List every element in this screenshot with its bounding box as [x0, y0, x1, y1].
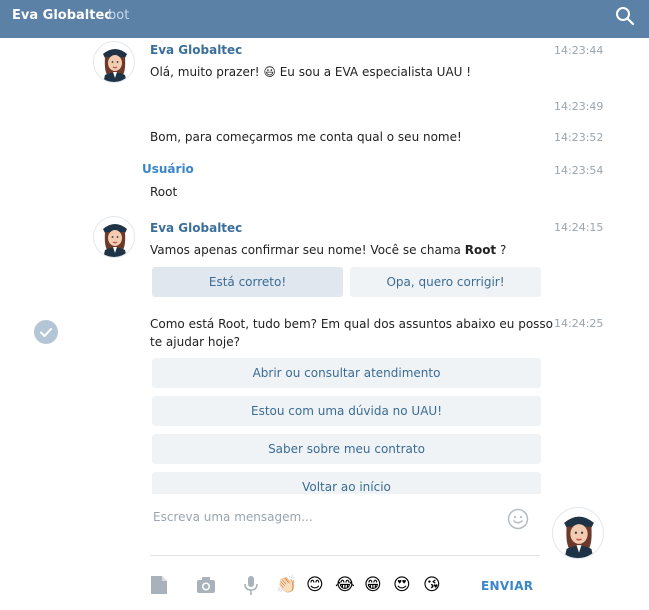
read-check-icon — [34, 320, 58, 344]
send-button[interactable]: ENVIAR — [481, 579, 533, 593]
eva-avatar[interactable] — [93, 41, 135, 83]
message-time: 14:24:25 — [554, 317, 604, 330]
message-text: Como está Root, tudo bem? Em qual dos as… — [150, 317, 554, 349]
message-text: Vamos apenas confirmar seu nome! Você se… — [150, 243, 507, 257]
search-icon[interactable] — [615, 6, 635, 26]
sender-name[interactable]: Eva Globaltec — [150, 43, 242, 57]
message-time: 14:23:54 — [554, 164, 604, 177]
emoji-grin[interactable]: 😁 — [364, 574, 382, 596]
correct-name-button[interactable]: Opa, quero corrigir! — [350, 267, 541, 297]
message-text: Olá, muito prazer! 😃 Eu sou a EVA especi… — [150, 65, 472, 79]
message-time: 14:23:49 — [554, 100, 604, 113]
attach-file-icon[interactable] — [148, 574, 170, 596]
message-time: 14:23:44 — [554, 44, 604, 57]
emoji-laugh[interactable]: 😂 — [335, 574, 355, 596]
sender-name-user[interactable]: Usuário — [142, 162, 194, 176]
eva-avatar[interactable] — [93, 216, 135, 258]
emoji-kiss[interactable]: 😘 — [423, 574, 441, 596]
eva-avatar-icon — [564, 516, 594, 558]
chat-title[interactable]: Eva Globaltec — [12, 8, 112, 23]
eva-avatar-icon — [103, 49, 127, 82]
emoji-picker-icon[interactable] — [507, 508, 529, 530]
message-composer: Escreva uma mensagem... 👏🏻 😊 😂 😁 😍 � — [0, 494, 649, 610]
message-time: 14:23:52 — [554, 131, 604, 144]
emoji-smile[interactable]: 😊 — [306, 574, 324, 596]
message-time: 14:24:15 — [554, 221, 604, 234]
emoji-clap[interactable]: 👏🏻 — [276, 574, 297, 596]
message-text: Bom, para começarmos me conta qual o seu… — [150, 130, 462, 144]
topic-button-contract[interactable]: Saber sobre meu contrato — [152, 434, 541, 464]
message-text: Root — [150, 185, 178, 199]
topic-button-restart[interactable]: Voltar ao início — [152, 472, 541, 494]
sender-name[interactable]: Eva Globaltec — [150, 221, 242, 235]
bot-profile-avatar[interactable] — [552, 507, 604, 559]
message-history[interactable]: Eva Globaltec 14:23:44 Olá, muito prazer… — [0, 38, 649, 494]
topic-button-question[interactable]: Estou com uma dúvida no UAU! — [152, 396, 541, 426]
confirm-name-button[interactable]: Está correto! — [152, 267, 343, 297]
chat-header: Eva Globaltec bot — [0, 0, 649, 38]
message-input[interactable]: Escreva uma mensagem... — [150, 506, 540, 556]
topic-button-ticket[interactable]: Abrir ou consultar atendimento — [152, 358, 541, 388]
eva-avatar-icon — [103, 224, 127, 257]
camera-icon[interactable] — [195, 574, 217, 596]
emoji-heart-eyes[interactable]: 😍 — [393, 574, 411, 596]
microphone-icon[interactable] — [240, 574, 262, 596]
bot-label: bot — [108, 8, 130, 23]
